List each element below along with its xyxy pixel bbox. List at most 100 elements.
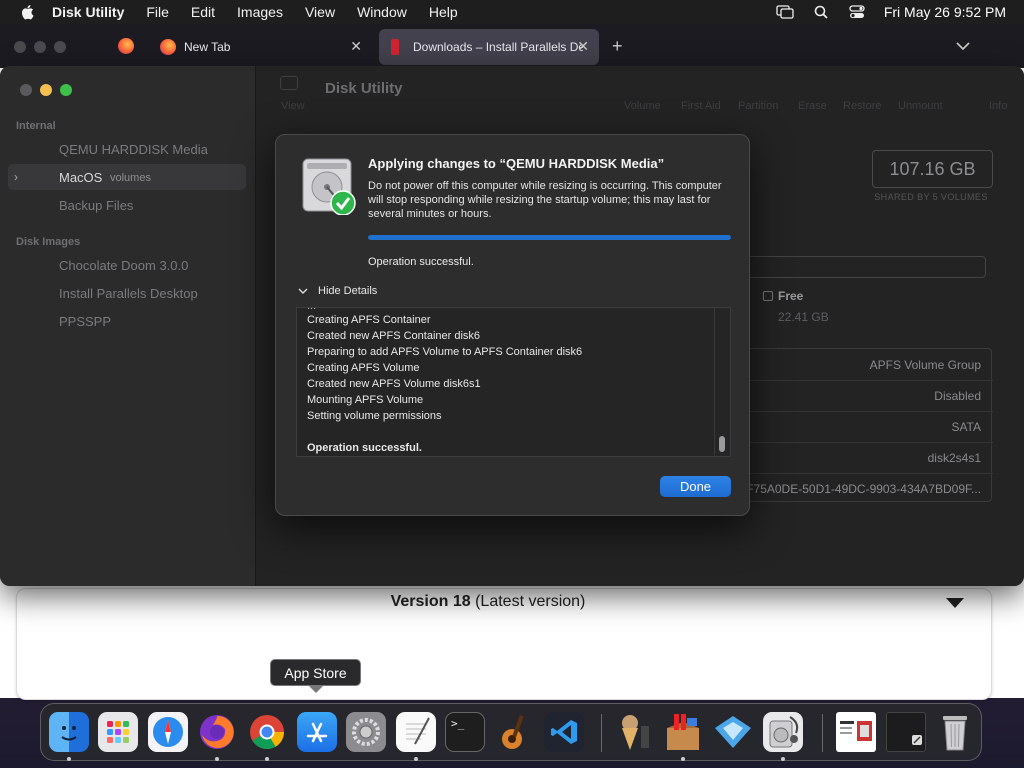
textedit-icon[interactable]	[396, 712, 436, 752]
control-center-icon[interactable]	[848, 5, 866, 19]
toolbar-unmount-button[interactable]: Unmount	[898, 100, 943, 112]
running-indicator	[781, 757, 785, 761]
tooltip-arrow	[309, 686, 323, 693]
trash-icon[interactable]	[935, 712, 975, 752]
terminal-icon[interactable]: >_	[445, 712, 485, 752]
launchpad-icon[interactable]	[98, 712, 138, 752]
firefox-view-icon[interactable]	[118, 38, 134, 54]
firefox-icon[interactable]	[197, 712, 237, 752]
sidebar-item-chocolate-doom[interactable]: Chocolate Doom 3.0.0	[59, 258, 188, 273]
menu-clock[interactable]: Fri May 26 9:52 PM	[884, 4, 1006, 20]
hide-details-label: Hide Details	[318, 285, 378, 297]
chevron-right-icon[interactable]: ›	[14, 170, 18, 184]
minimize-window-dim-button[interactable]	[34, 41, 46, 53]
scrollbar-thumb[interactable]	[719, 436, 725, 452]
tab-label: Downloads – Install Parallels De	[413, 40, 583, 54]
toolbar-restore-button[interactable]: Restore	[843, 100, 882, 112]
garageband-icon[interactable]	[494, 712, 534, 752]
log-line: Setting volume permissions	[307, 410, 442, 422]
close-tab-icon[interactable]: ✕	[577, 38, 589, 55]
details-log[interactable]: ... Creating APFS Container Created new …	[296, 307, 731, 457]
app-store-icon[interactable]	[297, 712, 337, 752]
toolbar-partition-button[interactable]: Partition	[738, 100, 778, 112]
info-divider	[737, 442, 993, 443]
free-legend-swatch	[763, 291, 773, 301]
menu-help[interactable]: Help	[429, 4, 458, 20]
screen-mirroring-icon[interactable]	[776, 5, 794, 19]
toolbar-first-aid-button[interactable]: First Aid	[681, 100, 721, 112]
info-table: APFS Volume Group Disabled SATA disk2s4s…	[736, 348, 993, 502]
tab-label: New Tab	[184, 40, 231, 54]
apply-changes-dialog: Applying changes to “QEMU HARDDISK Media…	[275, 134, 750, 516]
vscode-icon[interactable]	[544, 712, 584, 752]
menu-file[interactable]: File	[146, 4, 169, 20]
chocolate-doom-icon[interactable]	[613, 712, 653, 752]
menu-edit[interactable]: Edit	[191, 4, 215, 20]
capacity-value: 107.16 GB	[889, 158, 976, 179]
list-all-tabs-icon[interactable]	[956, 38, 970, 56]
chevron-down-icon	[298, 288, 308, 294]
spotlight-search-icon[interactable]	[812, 5, 830, 19]
menu-window[interactable]: Window	[357, 4, 407, 20]
progress-bar	[368, 235, 731, 240]
document-icon[interactable]	[836, 712, 876, 752]
menu-app-name[interactable]: Disk Utility	[52, 4, 124, 20]
menu-bar: Disk Utility File Edit Images View Windo…	[0, 0, 1024, 24]
chrome-icon[interactable]	[247, 712, 287, 752]
dock-divider	[822, 714, 823, 752]
dock-divider	[601, 714, 602, 752]
new-tab-icon[interactable]: +	[612, 36, 623, 57]
free-label: Free	[778, 289, 804, 303]
running-indicator	[681, 757, 685, 761]
disk-utility-icon	[301, 157, 357, 216]
apple-menu-icon[interactable]	[18, 3, 36, 21]
toolbar-volume-button[interactable]: Volume	[624, 100, 661, 112]
toolbar-info-button[interactable]: Info	[989, 100, 1007, 112]
close-window-dim-button[interactable]	[14, 41, 26, 53]
toolbar-erase-button[interactable]: Erase	[798, 100, 827, 112]
sidebar-item-sublabel: volumes	[110, 172, 151, 184]
log-line: Creating APFS Container	[307, 314, 431, 326]
dock-tooltip: App Store	[270, 659, 361, 686]
window-icon[interactable]	[886, 712, 926, 752]
parallels-tab-icon	[391, 39, 399, 55]
info-device-value: disk2s4s1	[927, 451, 981, 465]
zoom-window-button[interactable]	[60, 84, 72, 96]
sidebar-view-icon[interactable]	[280, 76, 298, 90]
version-selector-label: Version 18 (Latest version)	[0, 593, 976, 611]
chevron-down-icon[interactable]	[946, 598, 964, 608]
sidebar-item-ppsspp[interactable]: PPSSPP	[59, 314, 111, 329]
sidebar-item-qemu-harddisk[interactable]: QEMU HARDDISK Media	[59, 142, 208, 157]
window-title: Disk Utility	[325, 80, 403, 97]
firefox-tab-icon	[160, 39, 176, 55]
done-button[interactable]: Done	[660, 476, 731, 497]
menu-images[interactable]: Images	[237, 4, 283, 20]
log-scrollbar[interactable]	[714, 308, 728, 456]
sidebar-item-install-parallels[interactable]: Install Parallels Desktop	[59, 286, 198, 301]
parallels-icon[interactable]	[663, 712, 703, 752]
log-line-final: Operation successful.	[307, 442, 422, 454]
dialog-message: Do not power off this computer while res…	[368, 180, 722, 220]
system-settings-icon[interactable]	[346, 712, 386, 752]
dock: >_	[40, 703, 982, 761]
capacity-subtitle: SHARED BY 5 VOLUMES	[874, 192, 988, 202]
close-window-button[interactable]	[20, 84, 32, 96]
disk-utility-icon[interactable]	[763, 712, 803, 752]
close-tab-icon[interactable]: ✕	[350, 38, 362, 55]
log-line: Created new APFS Volume disk6s1	[307, 378, 481, 390]
info-uuid-value: F75A0DE-50D1-49DC-9903-434A7BD09F...	[746, 482, 981, 496]
dialog-title: Applying changes to “QEMU HARDDISK Media…	[368, 156, 665, 171]
menu-view[interactable]: View	[305, 4, 335, 20]
sidebar-item-backup-files[interactable]: Backup Files	[59, 198, 133, 213]
toolbar-view-label[interactable]: View	[281, 100, 305, 112]
tab-new-tab[interactable]: New Tab ✕	[150, 29, 372, 65]
usage-bar	[746, 256, 986, 278]
finder-icon[interactable]	[49, 712, 89, 752]
minimize-window-button[interactable]	[40, 84, 52, 96]
version-suffix: (Latest version)	[470, 593, 586, 610]
ppsspp-icon[interactable]	[713, 712, 753, 752]
safari-icon[interactable]	[148, 712, 188, 752]
zoom-window-dim-button[interactable]	[54, 41, 66, 53]
hide-details-toggle[interactable]: Hide Details	[298, 285, 377, 297]
tab-downloads[interactable]: Downloads – Install Parallels De ✕	[379, 29, 599, 65]
